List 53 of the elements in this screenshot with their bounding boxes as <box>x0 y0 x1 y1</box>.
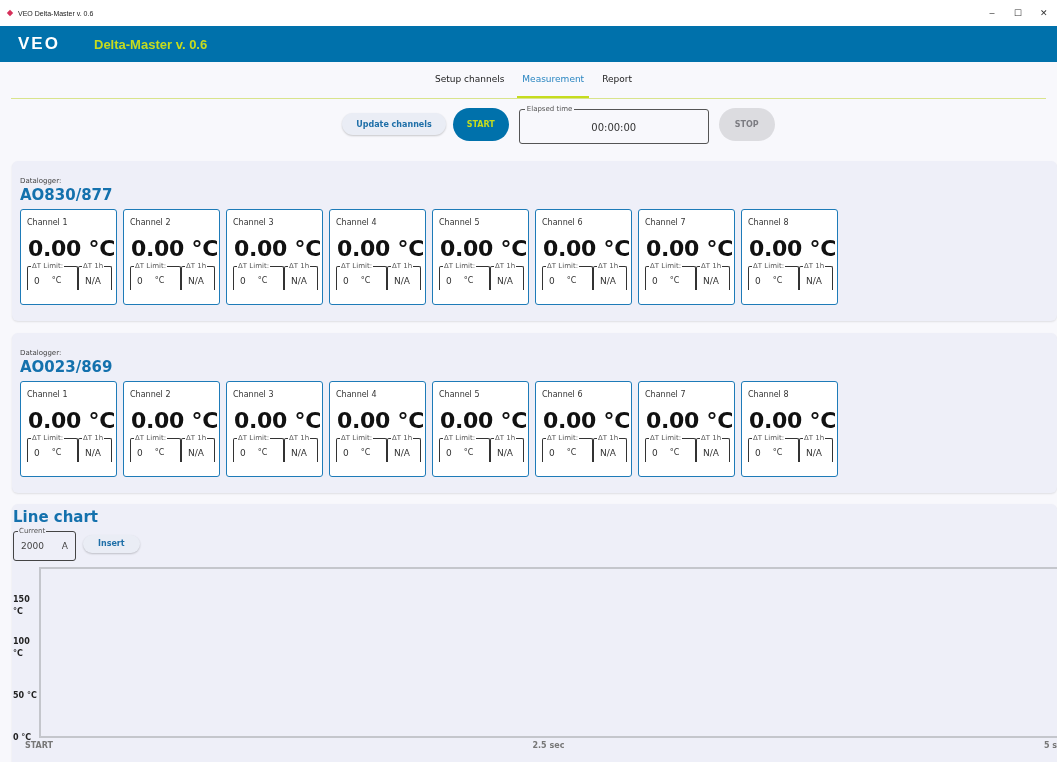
temperature-value: 0.00 °C <box>440 408 528 433</box>
channel-name: Channel 6 <box>542 390 584 399</box>
minimize-button[interactable]: – <box>979 8 1005 18</box>
channel-name: Channel 3 <box>233 390 275 399</box>
channel-name: Channel 7 <box>645 390 687 399</box>
logo: VEO <box>18 34 61 54</box>
tab[interactable]: Report <box>597 62 637 98</box>
temperature-value: 0.00 °C <box>749 236 837 261</box>
temperature-value: 0.00 °C <box>28 236 116 261</box>
insert-button[interactable]: Insert <box>83 534 140 553</box>
channel-name: Channel 2 <box>130 390 172 399</box>
close-button[interactable]: ✕ <box>1031 8 1057 18</box>
temperature-value: 0.00 °C <box>543 236 631 261</box>
channel-name: Channel 8 <box>748 218 790 227</box>
tab[interactable]: Setup channels <box>430 62 510 98</box>
temperature-value: 0.00 °C <box>337 408 425 433</box>
temperature-value: 0.00 °C <box>131 408 219 433</box>
update-channels-button[interactable]: Update channels <box>342 113 446 135</box>
datalogger-name: AO023/869 <box>20 358 114 376</box>
temperature-value: 0.00 °C <box>749 408 837 433</box>
temperature-value: 0.00 °C <box>440 236 528 261</box>
temperature-value: 0.00 °C <box>234 236 322 261</box>
app-title: Delta-Master v. 0.6 <box>94 36 208 52</box>
datalogger-name: AO830/877 <box>20 186 114 204</box>
channel-name: Channel 5 <box>439 218 481 227</box>
temperature-value: 0.00 °C <box>543 408 631 433</box>
app-icon <box>6 9 14 17</box>
y-axis-label: 100 °C <box>13 636 31 660</box>
y-axis-label: 0 °C <box>13 732 32 742</box>
temperature-value: 0.00 °C <box>131 236 219 261</box>
temperature-value: 0.00 °C <box>28 408 116 433</box>
x-axis-label: START <box>25 741 54 750</box>
channel-name: Channel 1 <box>27 218 69 227</box>
channel-name: Channel 2 <box>130 218 172 227</box>
temperature-value: 0.00 °C <box>337 236 425 261</box>
channel-name: Channel 4 <box>336 218 378 227</box>
y-axis-label: 50 °C <box>13 690 37 702</box>
x-axis-label: 5 s <box>1043 741 1057 750</box>
temperature-value: 0.00 °C <box>234 408 322 433</box>
chart-title: Line chart <box>13 508 100 526</box>
channel-name: Channel 8 <box>748 390 790 399</box>
y-axis-label: 150 °C <box>13 594 31 618</box>
channel-name: Channel 5 <box>439 390 481 399</box>
channel-name: Channel 6 <box>542 218 584 227</box>
channel-name: Channel 1 <box>27 390 69 399</box>
channel-name: Channel 4 <box>336 390 378 399</box>
x-axis-label: 2.5 sec <box>532 741 565 750</box>
tab[interactable]: Measurement <box>517 62 590 98</box>
maximize-button[interactable]: ☐ <box>1005 8 1031 18</box>
channel-name: Channel 7 <box>645 218 687 227</box>
temperature-value: 0.00 °C <box>646 408 734 433</box>
temperature-value: 0.00 °C <box>646 236 734 261</box>
channel-name: Channel 3 <box>233 218 275 227</box>
